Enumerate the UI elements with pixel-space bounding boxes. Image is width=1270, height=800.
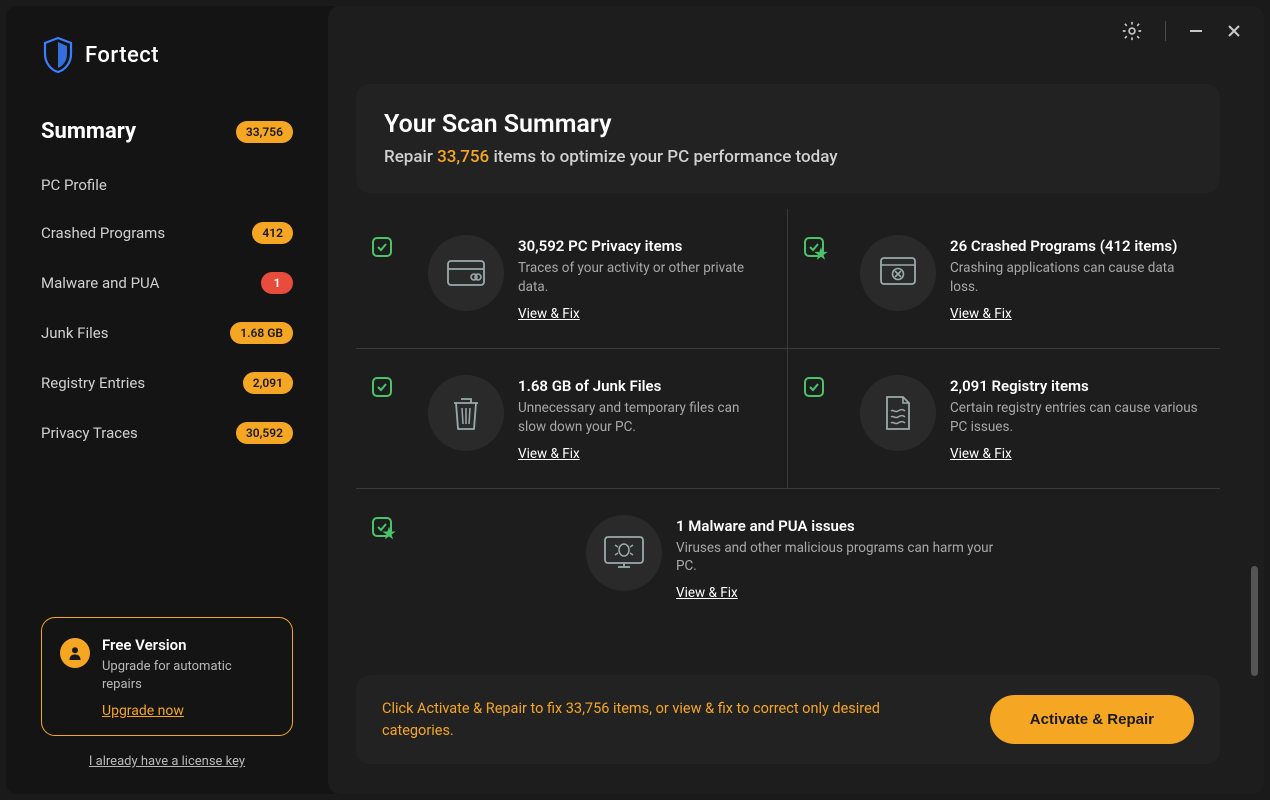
count-badge: 2,091 <box>243 372 293 394</box>
activate-footer: Click Activate & Repair to fix 33,756 it… <box>356 675 1220 764</box>
page-subtitle: Repair 33,756 items to optimize your PC … <box>384 147 1192 167</box>
sidebar-item-label: Malware and PUA <box>41 274 159 292</box>
sidebar-item-label: Junk Files <box>41 324 108 342</box>
card-desc: Viruses and other malicious programs can… <box>676 539 1016 577</box>
issue-cards-grid: 30,592 PC Privacy items Traces of your a… <box>356 209 1220 627</box>
view-fix-link[interactable]: View & Fix <box>950 446 1012 462</box>
card-desc: Certain registry entries can cause vario… <box>950 399 1204 437</box>
fortect-shield-icon <box>41 36 75 74</box>
view-fix-link[interactable]: View & Fix <box>518 446 580 462</box>
upgrade-card[interactable]: Free Version Upgrade for automatic repai… <box>41 617 293 736</box>
sidebar-item-label: Crashed Programs <box>41 224 165 242</box>
page-title: Your Scan Summary <box>384 110 1192 139</box>
malware-monitor-icon <box>601 533 647 573</box>
logo: Fortect <box>41 36 293 74</box>
scrollbar-thumb[interactable] <box>1251 566 1258 676</box>
card-title: 26 Crashed Programs (412 items) <box>950 237 1204 255</box>
titlebar-controls <box>1121 20 1242 42</box>
card-icon-wrap <box>860 235 936 311</box>
sidebar-item-label: Registry Entries <box>41 374 145 392</box>
card-desc: Traces of your activity or other private… <box>518 259 763 297</box>
count-badge: 30,592 <box>236 422 293 444</box>
main-panel: Your Scan Summary Repair 33,756 items to… <box>328 6 1264 794</box>
nav-list: Summary 33,756 PC Profile Crashed Progra… <box>41 109 293 458</box>
card-desc: Unnecessary and temporary files can slow… <box>518 399 763 437</box>
checkbox-checked-icon[interactable] <box>372 237 392 257</box>
checkbox-checked-icon[interactable] <box>372 377 392 397</box>
divider <box>1165 21 1166 41</box>
app-window: Fortect Summary 33,756 PC Profile Crashe… <box>6 6 1264 794</box>
card-title: 1.68 GB of Junk Files <box>518 377 763 395</box>
count-badge: 412 <box>252 222 293 244</box>
card-junk-files: 1.68 GB of Junk Files Unnecessary and te… <box>356 349 788 488</box>
sidebar-item-pc-profile[interactable]: PC Profile <box>41 162 293 208</box>
minimize-icon[interactable] <box>1188 23 1204 39</box>
gear-icon[interactable] <box>1121 20 1143 42</box>
view-fix-link[interactable]: View & Fix <box>518 306 580 322</box>
card-icon-wrap <box>586 515 662 591</box>
footer-text: Click Activate & Repair to fix 33,756 it… <box>382 698 922 742</box>
card-title: 30,592 PC Privacy items <box>518 237 763 255</box>
count-badge: 33,756 <box>236 121 293 143</box>
sidebar-item-summary[interactable]: Summary 33,756 <box>41 109 293 162</box>
card-title: 2,091 Registry items <box>950 377 1204 395</box>
sidebar-item-registry-entries[interactable]: Registry Entries 2,091 <box>41 358 293 408</box>
activate-repair-button[interactable]: Activate & Repair <box>990 695 1194 744</box>
registry-file-icon <box>881 393 915 433</box>
close-icon[interactable] <box>1226 23 1242 39</box>
content-area: Your Scan Summary Repair 33,756 items to… <box>328 6 1264 675</box>
card-icon-wrap <box>428 375 504 451</box>
checkbox-checked-star-icon[interactable] <box>804 237 824 257</box>
view-fix-link[interactable]: View & Fix <box>676 585 738 601</box>
card-malware-pua: 1 Malware and PUA issues Viruses and oth… <box>356 489 1220 628</box>
sidebar-item-privacy-traces[interactable]: Privacy Traces 30,592 <box>41 408 293 458</box>
checkbox-checked-icon[interactable] <box>804 377 824 397</box>
sidebar-item-label: Privacy Traces <box>41 424 138 442</box>
sidebar-item-malware-pua[interactable]: Malware and PUA 1 <box>41 258 293 308</box>
count-badge: 1.68 GB <box>230 322 293 344</box>
scan-summary-header: Your Scan Summary Repair 33,756 items to… <box>356 84 1220 193</box>
license-key-link[interactable]: I already have a license key <box>41 754 293 769</box>
brand-name: Fortect <box>85 43 159 68</box>
trash-icon <box>450 393 482 433</box>
card-icon-wrap <box>428 235 504 311</box>
user-icon <box>60 638 90 668</box>
sidebar-item-junk-files[interactable]: Junk Files 1.68 GB <box>41 308 293 358</box>
upgrade-title: Free Version <box>102 636 274 654</box>
upgrade-desc: Upgrade for automatic repairs <box>102 658 274 694</box>
sidebar: Fortect Summary 33,756 PC Profile Crashe… <box>6 6 328 794</box>
checkbox-checked-star-icon[interactable] <box>372 517 392 537</box>
card-icon-wrap <box>860 375 936 451</box>
card-desc: Crashing applications can cause data los… <box>950 259 1204 297</box>
crashed-window-icon <box>879 256 917 290</box>
credit-card-icon <box>446 259 486 287</box>
card-privacy-items: 30,592 PC Privacy items Traces of your a… <box>356 209 788 348</box>
card-crashed-programs: 26 Crashed Programs (412 items) Crashing… <box>788 209 1220 348</box>
sidebar-item-label: PC Profile <box>41 176 107 194</box>
sidebar-item-crashed-programs[interactable]: Crashed Programs 412 <box>41 208 293 258</box>
card-registry-items: 2,091 Registry items Certain registry en… <box>788 349 1220 488</box>
count-badge: 1 <box>261 272 293 294</box>
card-title: 1 Malware and PUA issues <box>676 517 1016 535</box>
upgrade-now-link[interactable]: Upgrade now <box>102 703 184 719</box>
sidebar-item-label: Summary <box>41 119 136 144</box>
view-fix-link[interactable]: View & Fix <box>950 306 1012 322</box>
